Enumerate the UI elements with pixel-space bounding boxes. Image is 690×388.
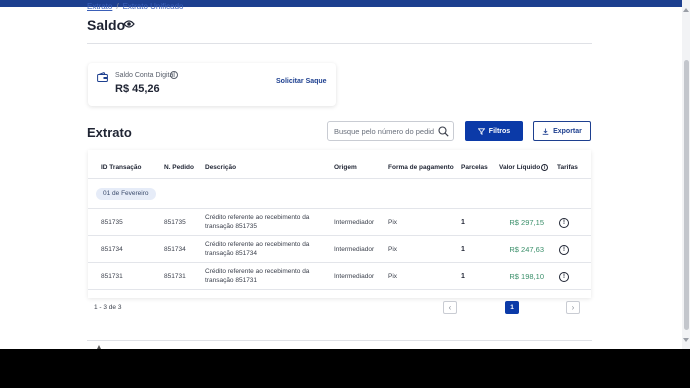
header-payment-method: Forma de pagamento	[388, 164, 454, 171]
statement-table: ID Transação N. Pedido Descrição Origem …	[88, 150, 591, 298]
cell-order-number: 851734	[164, 246, 186, 253]
header-installments: Parcelas	[461, 164, 488, 171]
cell-net-value: R$ 297,15	[509, 218, 544, 227]
cell-payment-method: Pix	[388, 246, 398, 253]
cell-transaction-id: 851734	[101, 246, 123, 253]
prev-page-button[interactable]: ‹	[443, 301, 457, 314]
header-fees: Tarifas	[557, 164, 578, 171]
header-transaction-id: ID Transação	[101, 164, 142, 171]
page-title: Saldo	[87, 17, 126, 33]
scroll-down-arrow-icon[interactable]	[683, 338, 689, 342]
fee-alert-icon[interactable]: !	[559, 245, 569, 255]
export-label: Exportar	[553, 127, 582, 135]
filter-label: Filtros	[488, 127, 511, 135]
search-icon[interactable]	[438, 126, 449, 137]
wallet-icon	[97, 72, 108, 82]
title-divider	[87, 43, 592, 44]
cell-description: Crédito referente ao recebimento da tran…	[205, 268, 310, 284]
cell-payment-method: Pix	[388, 219, 398, 226]
mouse-cursor-icon	[97, 345, 101, 349]
request-withdrawal-link[interactable]: Solicitar Saque	[276, 78, 327, 85]
header-divider	[88, 178, 591, 179]
cell-order-number: 851735	[164, 219, 186, 226]
info-icon[interactable]: i	[541, 164, 549, 171]
cell-installments: 1	[461, 219, 465, 226]
cell-origin: Intermediador	[334, 273, 375, 280]
bottom-divider	[87, 340, 592, 341]
cell-transaction-id: 851735	[101, 219, 123, 226]
export-button[interactable]: Exportar	[533, 121, 591, 141]
cell-net-value: R$ 247,63	[509, 245, 544, 254]
cell-installments: 1	[461, 246, 465, 253]
app-viewport: Extrato / Extrato Unificado Saldo Saldo Co…	[0, 0, 690, 349]
breadcrumb: Extrato / Extrato Unificado	[87, 2, 184, 11]
download-icon	[542, 128, 549, 135]
scrollbar-thumb[interactable]	[684, 60, 689, 330]
table-row[interactable]: 851735 851735 Crédito referente ao receb…	[88, 209, 591, 236]
date-group-chip: 01 de Fevereiro	[96, 188, 156, 200]
balance-label: Saldo Conta Digital	[115, 72, 175, 79]
statement-title: Extrato	[87, 125, 132, 140]
cell-net-value: R$ 198,10	[509, 272, 544, 281]
header-net-value-label: Valor Líquido	[499, 164, 541, 172]
header-net-value: Valor Líquido i	[499, 164, 549, 172]
cell-origin: Intermediador	[334, 246, 375, 253]
eye-icon[interactable]	[123, 19, 135, 29]
info-icon[interactable]: i	[170, 71, 178, 79]
balance-value: R$ 45,26	[115, 83, 160, 95]
breadcrumb-separator: /	[116, 2, 119, 11]
page-number-button[interactable]: 1	[505, 301, 519, 314]
scroll-up-arrow-icon[interactable]	[683, 8, 689, 12]
header-origin: Origem	[334, 164, 357, 171]
breadcrumb-link-extrato[interactable]: Extrato	[87, 2, 112, 11]
cell-description: Crédito referente ao recebimento da tran…	[205, 214, 310, 230]
table-row[interactable]: 851731 851731 Crédito referente ao receb…	[88, 263, 591, 290]
filter-button[interactable]: Filtros	[465, 121, 523, 141]
search-input[interactable]	[334, 126, 434, 137]
header-description: Descrição	[205, 164, 237, 171]
balance-card: Saldo Conta Digital i R$ 45,26 Solicitar…	[88, 63, 336, 106]
cell-transaction-id: 851731	[101, 273, 123, 280]
breadcrumb-current: Extrato Unificado	[122, 2, 184, 11]
fee-alert-icon[interactable]: !	[559, 272, 569, 282]
header-order-number: N. Pedido	[164, 164, 194, 171]
filter-icon	[477, 127, 485, 135]
next-page-button[interactable]: ›	[566, 301, 580, 314]
pagination-count: 1 - 3 de 3	[94, 304, 122, 311]
table-row[interactable]: 851734 851734 Crédito referente ao receb…	[88, 236, 591, 263]
cell-order-number: 851731	[164, 273, 186, 280]
cell-installments: 1	[461, 273, 465, 280]
search-box	[327, 121, 454, 141]
cell-description: Crédito referente ao recebimento da tran…	[205, 241, 310, 257]
fee-alert-icon[interactable]: !	[559, 218, 569, 228]
cell-payment-method: Pix	[388, 273, 398, 280]
cell-origin: Intermediador	[334, 219, 375, 226]
